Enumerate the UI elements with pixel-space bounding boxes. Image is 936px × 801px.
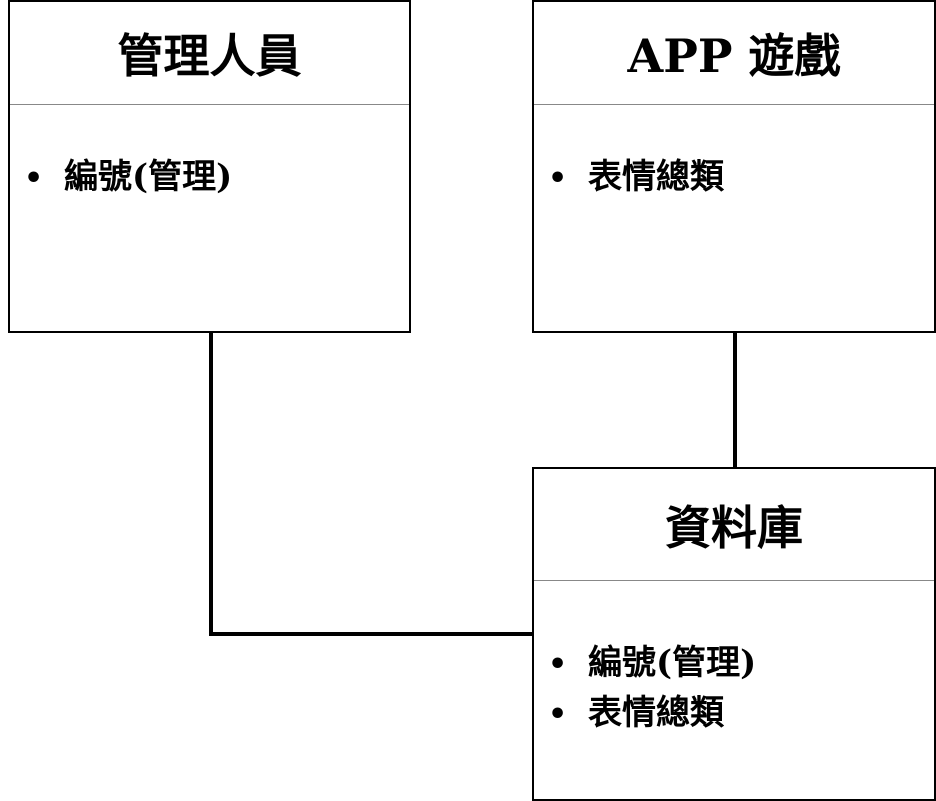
entity-title-database: 資料庫 (534, 469, 934, 581)
bullet-icon: • (24, 161, 44, 196)
entity-title-app-game: APP 遊戲 (534, 2, 934, 105)
bullet-icon: • (548, 697, 568, 732)
attribute-label: 編號(管理) (64, 157, 233, 197)
attribute-item: • 表情總類 (548, 685, 724, 734)
attribute-item: • 編號(管理) (24, 149, 232, 198)
attribute-label: 表情總類 (588, 693, 724, 733)
attribute-label: 表情總類 (588, 157, 724, 197)
attribute-item: • 表情總類 (548, 149, 724, 198)
bullet-icon: • (548, 161, 568, 196)
entity-title-admin: 管理人員 (10, 2, 409, 105)
entity-body-database: • 編號(管理) • 表情總類 (534, 581, 934, 799)
attribute-label: 編號(管理) (588, 643, 757, 683)
entity-body-app-game: • 表情總類 (534, 105, 934, 331)
entity-box-database: 資料庫 • 編號(管理) • 表情總類 (532, 467, 936, 801)
entity-body-admin: • 編號(管理) (10, 105, 409, 331)
connector-admin-to-database (209, 332, 532, 636)
entity-box-app-game: APP 遊戲 • 表情總類 (532, 0, 936, 333)
attribute-item: • 編號(管理) (548, 635, 756, 684)
entity-box-admin: 管理人員 • 編號(管理) (8, 0, 411, 333)
bullet-icon: • (548, 647, 568, 682)
